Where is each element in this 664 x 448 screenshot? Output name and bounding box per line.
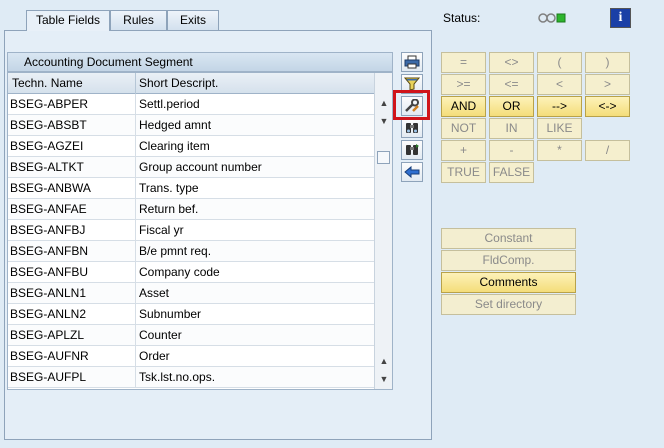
op-plus-button[interactable]: +: [441, 140, 486, 161]
table-body: BSEG-ABPER Settl.period BSEG-ABSBT Hedged a…: [8, 94, 374, 388]
highlight-box: [393, 90, 430, 120]
cell-short-description: Subnumber: [135, 304, 201, 325]
table-row[interactable]: BSEG-ANBWA Trans. type: [8, 178, 374, 199]
cell-short-description: Counter: [135, 325, 182, 346]
tab-rules[interactable]: Rules: [110, 10, 167, 30]
table-row[interactable]: BSEG-ANFBJ Fiscal yr: [8, 220, 374, 241]
op-and-button[interactable]: AND: [441, 96, 486, 117]
table-scrollbar[interactable]: ▲ ▼ ▲ ▼: [374, 73, 392, 389]
op-greater-equal-button[interactable]: >=: [441, 74, 486, 95]
cell-techn-name: BSEG-ANLN1: [10, 286, 87, 300]
op-not-button[interactable]: NOT: [441, 118, 486, 139]
column-header-techn-name[interactable]: Techn. Name: [12, 73, 83, 93]
cell-techn-name: BSEG-ANBWA: [10, 181, 91, 195]
cell-short-description: B/e pmnt req.: [135, 241, 211, 262]
cell-techn-name: BSEG-ABPER: [10, 97, 89, 111]
op-left-paren-button[interactable]: (: [537, 52, 582, 73]
tab-table-fields[interactable]: Table Fields: [26, 10, 110, 31]
cell-techn-name: BSEG-ABSBT: [10, 118, 87, 132]
comments-button[interactable]: Comments: [441, 272, 576, 293]
cell-short-description: Order: [135, 346, 170, 367]
field-comparison-button[interactable]: FldComp.: [441, 250, 576, 271]
table-row[interactable]: BSEG-APLZL Counter: [8, 325, 374, 346]
cell-techn-name: BSEG-ANFBU: [10, 265, 89, 279]
table-row[interactable]: BSEG-ANFAE Return bef.: [8, 199, 374, 220]
table-header: Techn. Name Short Descript.: [8, 73, 374, 94]
op-not-equal-button[interactable]: <>: [489, 52, 534, 73]
op-true-button[interactable]: TRUE: [441, 162, 486, 183]
status-label: Status:: [443, 11, 481, 25]
cell-techn-name: BSEG-APLZL: [10, 328, 85, 342]
op-false-button[interactable]: FALSE: [489, 162, 534, 183]
cell-short-description: Group account number: [135, 157, 262, 178]
cell-short-description: Settl.period: [135, 94, 200, 115]
op-or-button[interactable]: OR: [489, 96, 534, 117]
scroll-up-icon[interactable]: ▲: [378, 97, 390, 109]
cell-short-description: Tsk.lst.no.ops.: [135, 367, 215, 388]
cell-techn-name: BSEG-ANLN2: [10, 307, 87, 321]
table-row[interactable]: BSEG-ANLN1 Asset: [8, 283, 374, 304]
find-icon[interactable]: [401, 118, 423, 138]
op-in-button[interactable]: IN: [489, 118, 534, 139]
cell-techn-name: BSEG-ANFAE: [10, 202, 87, 216]
cell-techn-name: BSEG-ALTKT: [10, 160, 84, 174]
op-equivalent-button[interactable]: <->: [585, 96, 630, 117]
cell-short-description: Fiscal yr: [135, 220, 184, 241]
op-multiply-button[interactable]: *: [537, 140, 582, 161]
info-icon[interactable]: i: [610, 8, 631, 28]
set-directory-button[interactable]: Set directory: [441, 294, 576, 315]
fields-table: Techn. Name Short Descript. BSEG-ABPER Se…: [7, 72, 393, 390]
cell-techn-name: BSEG-AGZEI: [10, 139, 84, 153]
table-row[interactable]: BSEG-ABPER Settl.period: [8, 94, 374, 115]
cell-techn-name: BSEG-AUFPL: [10, 370, 87, 384]
table-row[interactable]: BSEG-ABSBT Hedged amnt: [8, 115, 374, 136]
table-row[interactable]: BSEG-AUFPL Tsk.lst.no.ops.: [8, 367, 374, 388]
find-next-icon[interactable]: [401, 140, 423, 160]
table-row[interactable]: BSEG-ANFBN B/e pmnt req.: [8, 241, 374, 262]
cell-techn-name: BSEG-AUFNR: [10, 349, 89, 363]
op-minus-button[interactable]: -: [489, 140, 534, 161]
table-row[interactable]: BSEG-AUFNR Order: [8, 346, 374, 367]
table-row[interactable]: BSEG-ANLN2 Subnumber: [8, 304, 374, 325]
traffic-light-icon: [538, 13, 566, 23]
constant-button[interactable]: Constant: [441, 228, 576, 249]
scroll-page-up-icon[interactable]: ▲: [378, 355, 390, 367]
op-like-button[interactable]: LIKE: [537, 118, 582, 139]
cell-short-description: Hedged amnt: [135, 115, 211, 136]
column-header-short-description[interactable]: Short Descript.: [135, 73, 218, 94]
tab-exits[interactable]: Exits: [167, 10, 219, 30]
scroll-down-icon[interactable]: ▼: [378, 373, 390, 385]
table-title: Accounting Document Segment: [7, 52, 393, 72]
op-divide-button[interactable]: /: [585, 140, 630, 161]
cell-short-description: Trans. type: [135, 178, 199, 199]
op-equal-button[interactable]: =: [441, 52, 486, 73]
table-row[interactable]: BSEG-AGZEI Clearing item: [8, 136, 374, 157]
op-greater-than-button[interactable]: >: [585, 74, 630, 95]
scroll-thumb[interactable]: [377, 151, 390, 164]
cell-techn-name: BSEG-ANFBJ: [10, 223, 86, 237]
cell-short-description: Company code: [135, 262, 220, 283]
op-less-equal-button[interactable]: <=: [489, 74, 534, 95]
table-row[interactable]: BSEG-ANFBU Company code: [8, 262, 374, 283]
back-arrow-icon[interactable]: [401, 162, 423, 182]
print-icon[interactable]: [401, 52, 423, 72]
op-right-paren-button[interactable]: ): [585, 52, 630, 73]
cell-techn-name: BSEG-ANFBN: [10, 244, 89, 258]
scroll-page-down-icon[interactable]: ▼: [378, 115, 390, 127]
op-implies-button[interactable]: -->: [537, 96, 582, 117]
cell-short-description: Return bef.: [135, 199, 198, 220]
table-row[interactable]: BSEG-ALTKT Group account number: [8, 157, 374, 178]
cell-short-description: Asset: [135, 283, 169, 304]
op-less-than-button[interactable]: <: [537, 74, 582, 95]
cell-short-description: Clearing item: [135, 136, 210, 157]
